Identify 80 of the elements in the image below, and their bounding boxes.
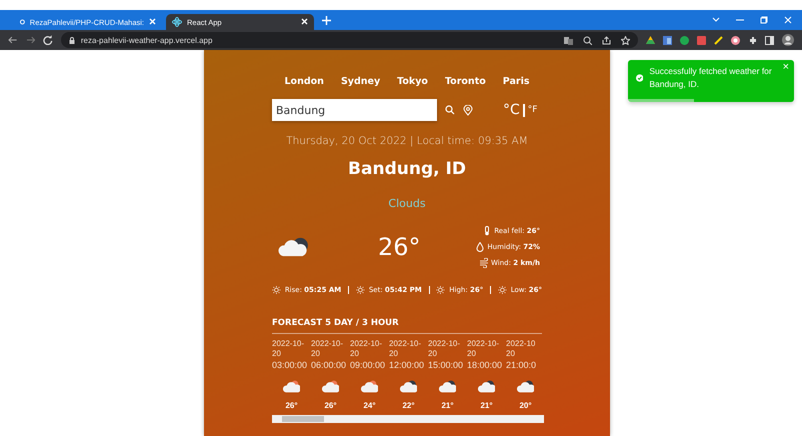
- forecast-date: 2022-10-: [311, 339, 344, 349]
- cloud-icon: [278, 236, 310, 258]
- forecast-time: 15:00:00: [428, 360, 464, 370]
- forecast-temp: 26°: [285, 401, 298, 411]
- close-icon[interactable]: [301, 18, 308, 24]
- cloud-icon: [478, 380, 495, 393]
- forecast-date: 20: [350, 349, 359, 359]
- scrollbar[interactable]: [272, 415, 544, 423]
- close-button[interactable]: ×: [782, 62, 789, 73]
- forecast-date: 2022-10-: [350, 339, 382, 349]
- chevron-down-icon[interactable]: [712, 16, 720, 23]
- lock-icon: [68, 36, 75, 44]
- forecast-date: 20: [428, 349, 437, 359]
- forecast-temp: 24°: [363, 401, 376, 411]
- search-field[interactable]: Bandung: [272, 99, 437, 121]
- city-link[interactable]: Toronto: [444, 76, 486, 87]
- forecast-date: 20: [389, 349, 398, 359]
- forecast-date: 2022-10: [506, 339, 536, 349]
- restore-icon[interactable]: [760, 16, 768, 24]
- forecast-date: 2022-10-: [389, 339, 422, 349]
- wind-icon: [480, 258, 488, 268]
- forecast-temp: 20°: [519, 401, 532, 411]
- forecast-date: 20: [272, 349, 281, 359]
- unit-button[interactable]: °C: [503, 102, 520, 118]
- square-icon[interactable]: [697, 36, 706, 44]
- forecast-date: 2022-10-: [467, 339, 500, 349]
- forecast-time: 21:00:0: [506, 360, 536, 370]
- city-link[interactable]: London: [284, 76, 324, 87]
- local-time-text: Thursday, 20 Oct 2022 | Local time: 09:35 AM: [285, 135, 529, 147]
- forecast-temp: 26°: [324, 401, 337, 411]
- forecast-time: 09:00:00: [350, 360, 386, 370]
- forecast-temp: 22°: [402, 401, 415, 411]
- search-icon[interactable]: [445, 105, 455, 115]
- cloud-icon: [439, 380, 456, 393]
- thermometer-icon: [483, 226, 492, 236]
- sidebar-icon[interactable]: [765, 36, 774, 44]
- cloud-icon: [400, 380, 417, 393]
- sun-icon: [272, 284, 281, 296]
- cloud-sun-icon: [322, 380, 339, 393]
- sun-icon: [436, 284, 446, 296]
- triangle-icon[interactable]: [646, 36, 655, 44]
- forecast-time: 03:00:00: [272, 360, 308, 370]
- forecast-time: 18:00:00: [467, 360, 502, 370]
- cloud-sun-icon: [283, 380, 300, 393]
- forecast-time: 12:00:00: [389, 360, 424, 370]
- temperature-text: 26°: [378, 233, 422, 261]
- forward-icon[interactable]: [26, 35, 36, 45]
- sun-icon: [498, 284, 507, 296]
- react-icon: [172, 17, 182, 27]
- forecast-date: 20: [311, 349, 320, 359]
- cloud-sun-icon: [361, 380, 378, 393]
- location-title: Bandung, ID: [347, 159, 467, 179]
- city-link[interactable]: Paris: [502, 76, 530, 87]
- condition-text: Clouds: [387, 197, 427, 210]
- city-link[interactable]: Sydney: [340, 76, 380, 87]
- droplet-icon: [476, 242, 484, 252]
- share-icon[interactable]: [602, 36, 611, 44]
- unit-button[interactable]: °F: [528, 105, 538, 115]
- forecast-date: 2022-10-: [272, 339, 304, 349]
- forecast-date: 20: [467, 349, 476, 359]
- location-icon[interactable]: [463, 104, 473, 116]
- zoom-icon[interactable]: [583, 36, 592, 44]
- circle-icon[interactable]: [731, 36, 740, 44]
- cloud-icon: [517, 380, 534, 393]
- forecast-temp: 21°: [480, 401, 493, 411]
- new-tab-icon[interactable]: [322, 16, 331, 24]
- avatar-icon[interactable]: [782, 34, 794, 46]
- toast-message: Successfully fetched weather for Bandung, ID.: [649, 65, 773, 91]
- city-link[interactable]: Tokyo: [397, 76, 428, 87]
- forecast-date: 20: [506, 349, 515, 359]
- back-icon[interactable]: [8, 35, 18, 45]
- reload-icon[interactable]: [43, 35, 53, 45]
- forecast-title: FORECAST 5 DAY / 3 HOUR: [272, 318, 542, 334]
- forecast-temp: 21°: [441, 401, 454, 411]
- star-icon[interactable]: [621, 36, 630, 44]
- url-text[interactable]: reza-pahlevii-weather-app.vercel.app: [80, 36, 212, 44]
- check-icon: [636, 73, 644, 83]
- forecast-time: 06:00:00: [311, 360, 346, 370]
- forecast-date: 2022-10-: [428, 339, 460, 349]
- document-icon[interactable]: [663, 36, 672, 44]
